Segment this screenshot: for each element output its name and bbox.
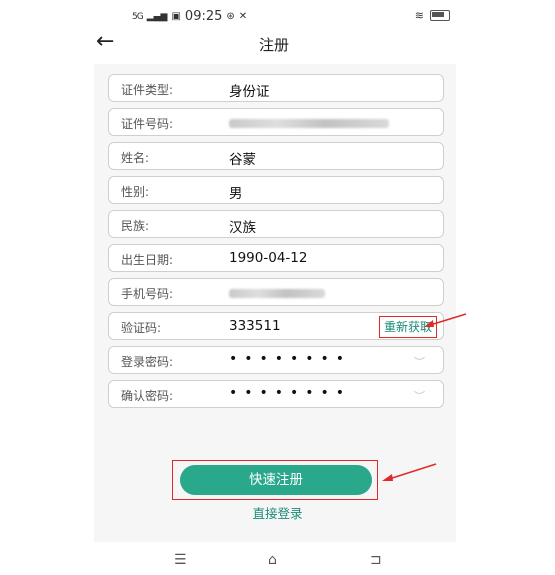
field-value: 男 <box>229 186 243 202</box>
birth-date-field[interactable]: 出生日期: 1990-04-12 <box>108 244 444 272</box>
field-label: 证件号码: <box>121 117 174 131</box>
redacted-value <box>229 289 325 298</box>
title-bar: ← 注册 <box>88 28 460 58</box>
settings-icon: ⊛ <box>226 11 235 22</box>
home-icon[interactable]: ⌂ <box>268 552 277 568</box>
signal-icon: 5G <box>132 11 144 22</box>
field-label: 验证码: <box>121 321 162 335</box>
password-dots: •••••••• <box>229 385 352 401</box>
field-label: 姓名: <box>121 151 150 165</box>
field-label: 证件类型: <box>121 83 174 97</box>
menu-icon[interactable]: ☰ <box>174 552 187 568</box>
phone-field[interactable]: 手机号码: <box>108 278 444 306</box>
eye-closed-icon[interactable]: ︶ <box>414 354 425 370</box>
field-value: 1990-04-12 <box>229 250 308 266</box>
verify-code-field[interactable]: 验证码: 333511 重新获取 <box>108 312 444 340</box>
field-label: 确认密码: <box>121 389 174 403</box>
page-title: 注册 <box>258 36 289 54</box>
status-time: 09:25 <box>184 9 223 24</box>
name-field[interactable]: 姓名: 谷蒙 <box>108 142 444 170</box>
signal-bars-icon: ▂▄▆ <box>146 11 168 22</box>
back-nav-icon[interactable]: ⊐ <box>370 552 382 568</box>
refetch-code-button[interactable]: 重新获取 <box>378 316 437 338</box>
confirm-password-field[interactable]: 确认密码: •••••••• ︶ <box>108 380 444 408</box>
field-label: 手机号码: <box>121 287 174 301</box>
field-value: 333511 <box>229 318 281 334</box>
message-icon: ▣ <box>171 11 181 22</box>
field-label: 出生日期: <box>121 253 174 267</box>
field-value: 身份证 <box>229 84 270 100</box>
direct-login-link[interactable]: 直接登录 <box>0 503 555 522</box>
tools-icon: ✕ <box>238 11 248 22</box>
status-bar: 5G ▂▄▆ ▣ 09:25 ⊛ ✕ ≋ <box>88 0 460 30</box>
battery-icon <box>430 10 450 21</box>
field-label: 民族: <box>121 219 150 233</box>
eye-closed-icon[interactable]: ︶ <box>414 388 425 404</box>
field-value: 汉族 <box>229 220 256 236</box>
system-nav-bar: ☰ ⌂ ⊐ <box>88 550 460 575</box>
wifi-icon: ≋ <box>414 9 424 22</box>
quick-register-button[interactable]: 快速注册 <box>180 465 372 495</box>
password-field[interactable]: 登录密码: •••••••• ︶ <box>108 346 444 374</box>
ethnicity-field[interactable]: 民族: 汉族 <box>108 210 444 238</box>
field-label: 性别: <box>121 185 150 199</box>
id-type-field[interactable]: 证件类型: 身份证 <box>108 74 444 102</box>
field-value: 谷蒙 <box>229 152 256 168</box>
field-label: 登录密码: <box>121 355 174 369</box>
id-number-field[interactable]: 证件号码: <box>108 108 444 136</box>
redacted-value <box>229 119 389 128</box>
gender-field[interactable]: 性别: 男 <box>108 176 444 204</box>
password-dots: •••••••• <box>229 351 352 367</box>
